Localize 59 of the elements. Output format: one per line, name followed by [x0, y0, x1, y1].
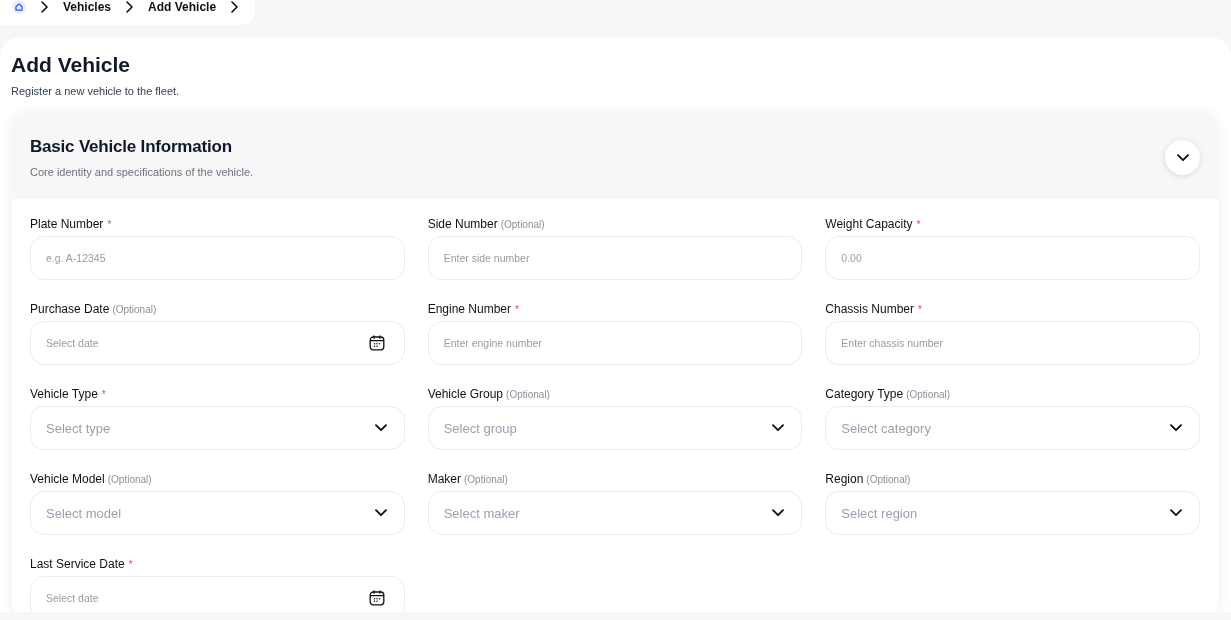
chevron-down-icon [1176, 153, 1189, 162]
field-label: Weight Capacity [825, 216, 913, 232]
required-mark: * [515, 304, 519, 315]
field-label: Vehicle Group [427, 386, 504, 402]
text-field[interactable]: Enter engine number [427, 321, 803, 365]
chevron-right-icon [41, 1, 48, 13]
optional-note: (Optional) [500, 219, 545, 230]
optional-note: (Optional) [906, 389, 951, 400]
optional-note: (Optional) [866, 474, 911, 485]
breadcrumb-link[interactable]: Add Vehicle [148, 0, 217, 14]
home-icon[interactable] [12, 0, 26, 14]
dropdown-field[interactable]: Select maker [427, 491, 803, 535]
calendar-icon [368, 590, 385, 606]
page-subtitle: Register a new vehicle to the fleet. [11, 84, 181, 98]
optional-note: (Optional) [506, 389, 550, 400]
text-field[interactable]: 0.00 [825, 236, 1200, 280]
chevron-right-icon [231, 1, 239, 13]
chevron-down-icon [772, 424, 785, 432]
dropdown-field[interactable]: Select model [30, 491, 405, 535]
field-label: Vehicle Model [30, 471, 105, 487]
field-label: Purchase Date [30, 301, 110, 317]
dropdown-field[interactable]: Select category [825, 406, 1200, 450]
field-label: Maker [427, 471, 461, 487]
text-field[interactable]: Enter side number [427, 236, 803, 280]
section-title: Basic Vehicle Information [30, 136, 233, 158]
dropdown-field[interactable]: Select region [825, 491, 1200, 535]
optional-note: (Optional) [464, 474, 508, 485]
dropdown-field[interactable]: Select type [30, 406, 405, 450]
required-mark: * [107, 219, 112, 230]
chevron-down-icon [374, 424, 387, 432]
field-label: Engine Number [427, 301, 512, 317]
text-field[interactable]: e.g. A-12345 [30, 236, 405, 280]
field-label: Plate Number [30, 216, 104, 232]
field-label: Vehicle Type [30, 386, 98, 402]
optional-note: (Optional) [112, 304, 157, 315]
chevron-down-icon [1170, 424, 1182, 432]
required-mark: * [918, 304, 922, 315]
page-title: Add Vehicle [11, 52, 132, 78]
dropdown-field[interactable]: Select group [427, 406, 803, 450]
optional-note: (Optional) [107, 474, 152, 485]
required-mark: * [128, 559, 133, 570]
field-label: Category Type [825, 386, 904, 402]
field-label: Last Service Date [30, 556, 125, 572]
text-field[interactable]: Enter chassis number [825, 321, 1200, 365]
section-subtitle: Core identity and specifications of the vehicle. [30, 165, 254, 180]
date-field[interactable]: Select date [30, 576, 405, 612]
calendar-icon [368, 335, 385, 351]
field-label: Region [825, 471, 864, 487]
required-mark: * [101, 389, 106, 400]
chevron-down-icon [772, 509, 785, 517]
collapse-button[interactable] [1165, 140, 1200, 175]
chevron-down-icon [374, 509, 387, 517]
field-label: Chassis Number [825, 301, 915, 317]
required-mark: * [916, 219, 921, 230]
breadcrumb-link[interactable]: Vehicles [63, 0, 112, 14]
date-field[interactable]: Select date [30, 321, 405, 365]
chevron-down-icon [1170, 509, 1182, 517]
field-label: Side Number [427, 216, 498, 232]
chevron-right-icon [126, 1, 134, 13]
